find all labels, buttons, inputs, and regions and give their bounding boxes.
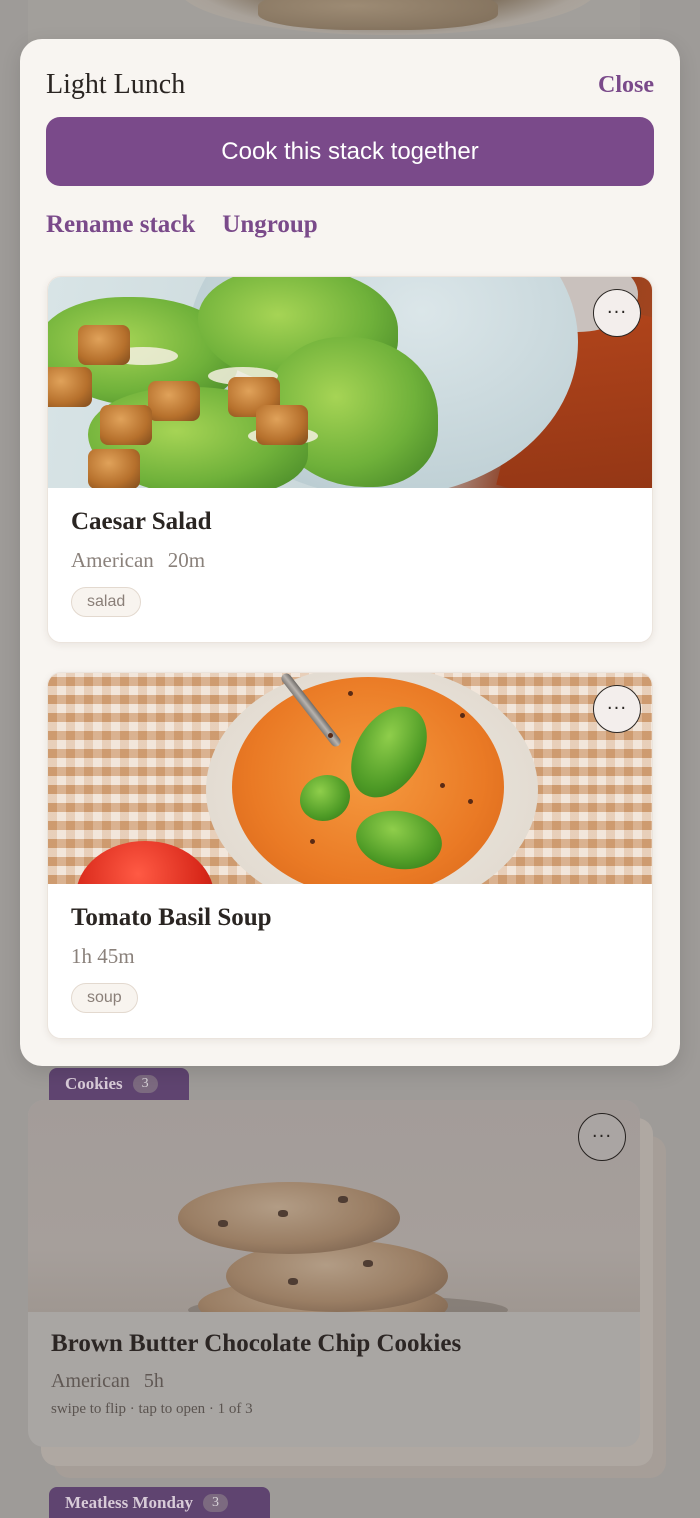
stack-tab-label: Cookies: [65, 1074, 123, 1093]
recipe-title: Caesar Salad: [71, 508, 212, 535]
recipe-time: 5h: [143, 1370, 164, 1392]
recipe-photo: ···: [48, 277, 652, 488]
food-photo: [258, 0, 498, 30]
recipe-card-caesar-salad[interactable]: ··· Caesar Salad American 20m salad: [47, 276, 653, 643]
stack-tab-cookies[interactable]: Cookies 3: [49, 1068, 189, 1100]
more-options-button[interactable]: ···: [593, 289, 641, 337]
recipe-cuisine: American: [51, 1370, 130, 1392]
stack-top-recipe-card[interactable]: ··· Brown Butter Chocolate Chip Cookies …: [28, 1100, 640, 1447]
recipe-card-tomato-basil-soup[interactable]: ··· Tomato Basil Soup 1h 45m soup: [47, 672, 653, 1039]
stack-detail-sheet: Light Lunch Close Cook this stack togeth…: [20, 39, 680, 1066]
recipe-title: Brown Butter Chocolate Chip Cookies: [51, 1330, 462, 1357]
recipe-time: 20m: [167, 548, 206, 572]
sheet-title: Light Lunch: [46, 69, 186, 100]
rename-stack-link[interactable]: Rename stack: [46, 211, 195, 239]
more-options-button[interactable]: ···: [578, 1113, 626, 1161]
recipe-meta: 1h 45m: [71, 944, 629, 969]
recipe-meta: American 20m: [71, 548, 629, 573]
stack-count-badge: 3: [132, 1075, 158, 1093]
ellipsis-icon: ···: [606, 698, 628, 719]
recipe-tag[interactable]: salad: [71, 587, 142, 617]
more-options-button[interactable]: ···: [593, 685, 641, 733]
stack-actions: Rename stack Ungroup: [46, 211, 318, 239]
recipe-cuisine: American: [71, 548, 154, 572]
cook-stack-button[interactable]: Cook this stack together: [46, 117, 654, 186]
recipe-photo: ···: [28, 1100, 640, 1312]
recipe-time: 1h 45m: [71, 944, 135, 968]
recipe-meta: American 5h: [51, 1370, 617, 1393]
ungroup-link[interactable]: Ungroup: [222, 211, 317, 239]
recipe-title: Tomato Basil Soup: [71, 904, 272, 931]
stack-tab-label: Meatless Monday: [65, 1493, 193, 1512]
close-button[interactable]: Close: [598, 72, 654, 99]
ellipsis-icon: ···: [591, 1126, 613, 1147]
ellipsis-icon: ···: [606, 302, 628, 323]
stack-tab-meatless-monday[interactable]: Meatless Monday 3: [49, 1487, 270, 1518]
recipe-tag[interactable]: soup: [71, 983, 138, 1013]
stack-hint: swipe to flip · tap to open · 1 of 3: [51, 1401, 253, 1417]
sheet-header: Light Lunch Close: [46, 69, 654, 101]
recipe-photo: ···: [48, 673, 652, 884]
stack-count-badge: 3: [202, 1494, 228, 1512]
